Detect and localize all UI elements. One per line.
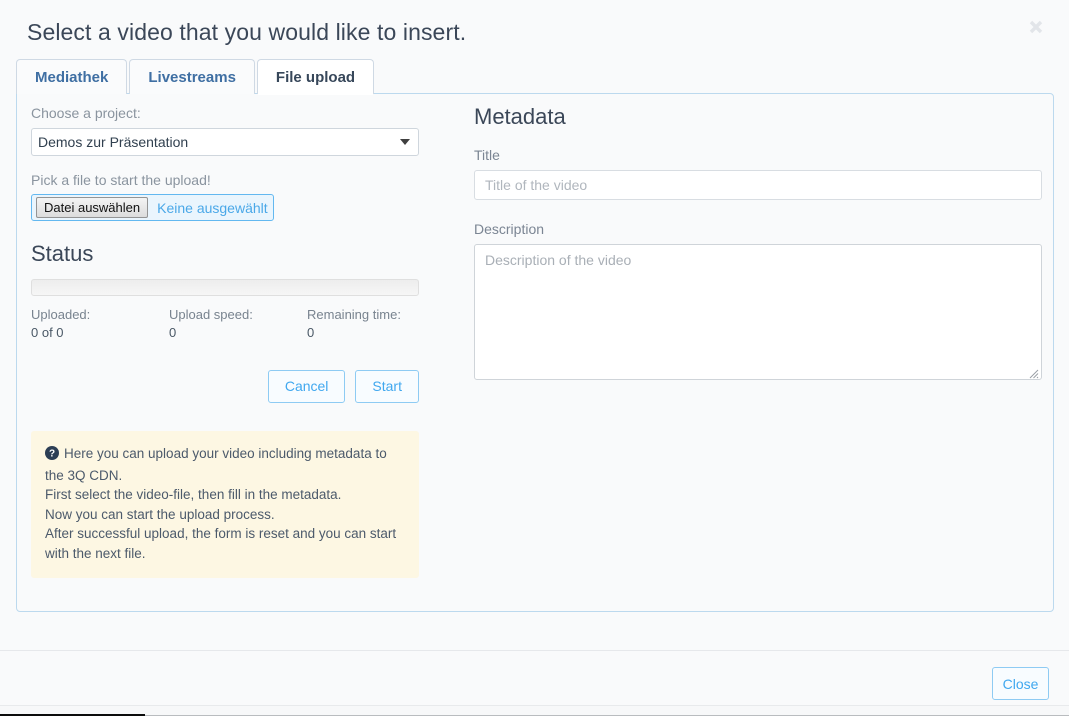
pick-file-label: Pick a file to start the upload! (31, 172, 211, 188)
project-select-wrap: Demos zur Präsentation (31, 128, 419, 156)
tab-bar: Mediathek Livestreams File upload (16, 58, 376, 95)
status-upload-speed: Upload speed: 0 (169, 306, 307, 342)
title-field[interactable] (474, 170, 1042, 200)
svg-text:?: ? (49, 449, 55, 460)
status-uploaded-label: Uploaded: (31, 307, 91, 322)
selected-file-name: Keine ausgewählt (157, 199, 268, 216)
info-line: After successful upload, the form is res… (45, 526, 397, 561)
info-box: ? Here you can upload your video includi… (31, 431, 419, 578)
info-line-text: Here you can upload your video including… (45, 446, 387, 483)
tab-file-upload[interactable]: File upload (256, 59, 375, 95)
tab-mediathek[interactable]: Mediathek (16, 59, 128, 94)
description-field-wrap (474, 244, 1042, 380)
close-button[interactable]: Close (992, 667, 1049, 700)
title-label: Title (474, 147, 500, 163)
status-upload-speed-value: 0 (169, 325, 177, 340)
modal-footer: Close (0, 650, 1069, 706)
status-heading: Status (31, 241, 94, 266)
choose-file-button[interactable]: Datei auswählen (36, 197, 149, 218)
file-upload-panel: Choose a project: Demos zur Präsentation… (16, 93, 1054, 612)
status-remaining-time-label: Remaining time: (307, 307, 401, 322)
description-label: Description (474, 221, 545, 237)
info-line: ? Here you can upload your video includi… (45, 444, 404, 485)
cancel-button[interactable]: Cancel (267, 370, 346, 403)
project-select[interactable]: Demos zur Präsentation (31, 128, 419, 156)
info-line: Now you can start the upload process. (45, 506, 275, 522)
start-button[interactable]: Start (355, 370, 419, 403)
insert-video-modal: Select a video that you would like to in… (0, 0, 1069, 716)
status-upload-speed-label: Upload speed: (169, 307, 253, 322)
upload-progress-bar (31, 279, 419, 296)
page-title: Select a video that you would like to in… (27, 19, 467, 45)
status-remaining-time: Remaining time: 0 (307, 306, 401, 342)
status-uploaded: Uploaded: 0 of 0 (31, 306, 169, 342)
status-uploaded-value: 0 of 0 (31, 325, 64, 340)
modal-header: Select a video that you would like to in… (0, 0, 1069, 55)
close-icon[interactable] (1023, 14, 1049, 40)
status-row: Uploaded: 0 of 0 Upload speed: 0 Remaini… (31, 306, 431, 342)
metadata-column: Metadata Title Description (474, 104, 1042, 380)
metadata-heading: Metadata (474, 104, 566, 129)
upload-column: Choose a project: Demos zur Präsentation… (31, 104, 431, 578)
tab-livestreams[interactable]: Livestreams (129, 59, 255, 94)
description-field[interactable] (474, 244, 1042, 380)
upload-actions: Cancel Start (31, 370, 419, 403)
question-circle-icon: ? (45, 446, 59, 466)
horizontal-scrollbar[interactable] (0, 705, 1069, 716)
info-line: First select the video-file, then fill i… (45, 487, 342, 502)
project-label: Choose a project: (31, 105, 141, 121)
status-remaining-time-value: 0 (307, 325, 315, 340)
file-input[interactable]: Datei auswählen Keine ausgewählt (31, 194, 274, 221)
